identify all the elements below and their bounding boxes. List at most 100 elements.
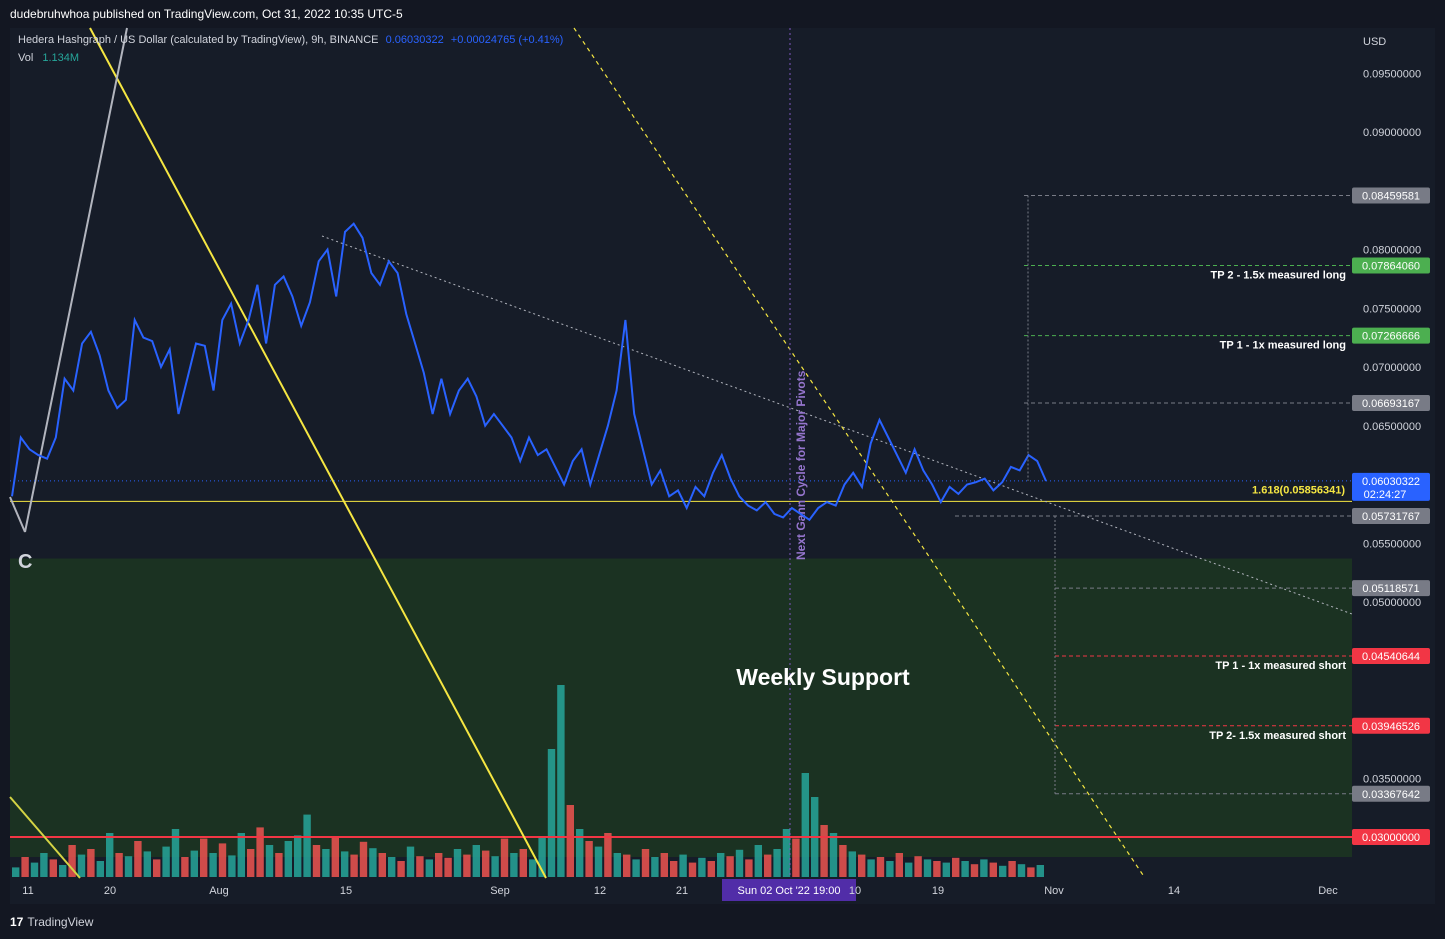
volume-bar [942,862,950,877]
volume-bar [707,861,715,877]
volume-label: Vol [18,52,34,64]
volume-bar [1027,867,1035,877]
price-label-text: 0.07864060 [1362,260,1420,272]
volume-bar [303,814,311,877]
volume-bar [275,853,283,877]
volume-bar [792,838,800,877]
volume-bar [529,859,537,877]
volume-bar [265,845,274,877]
volume-bar [1036,865,1044,877]
volume-bar [40,853,48,877]
price-label-text: 0.08459581 [1362,190,1420,202]
volume-bar [247,849,255,877]
y-tick-label: 0.08000000 [1363,245,1421,257]
trend-line-gray-2 [9,496,26,533]
volume-bar [886,861,894,877]
volume-legend[interactable]: Vol 1.134M [18,52,79,64]
volume-bar [378,853,386,877]
price-label-text: 0.03946526 [1362,721,1420,733]
target-label: TP 2 - 1.5x measured long [1210,269,1346,281]
volume-bar [876,857,885,877]
volume-bar [980,859,988,877]
y-tick-label: 0.06500000 [1363,421,1421,433]
price-change: +0.00024765 (+0.41%) [450,34,564,46]
price-label-text: 0.06030322 [1362,476,1420,488]
volume-bar [115,853,123,877]
volume-bar [905,862,913,877]
volume-bar [397,861,405,877]
volume-bar [989,862,997,877]
volume-bar [294,835,302,877]
x-tick-label: 11 [22,885,33,897]
volume-bar [491,856,499,877]
volume-bar [754,845,762,877]
x-tick-label: 20 [104,885,116,897]
volume-bar [153,859,161,877]
volume-bar [726,856,734,877]
volume-bar [228,855,236,877]
volume-bar [829,833,838,877]
price-label-text: 0.06693167 [1362,398,1420,410]
x-tick-label: 21 [676,885,688,897]
volume-value: 1.134M [42,52,80,64]
volume-bar [350,854,358,877]
volume-bar [96,861,104,877]
target-label: TP 1 - 1x measured short [1215,660,1346,672]
volume-bar [613,853,621,877]
volume-bar [923,859,932,877]
volume-bar [472,845,480,877]
volume-bar [341,851,349,877]
volume-bar [463,854,471,877]
volume-bar [557,685,565,877]
volume-bar [416,856,424,877]
currency-label: USD [1363,36,1386,48]
volume-bar [369,848,377,877]
x-tick-label: Dec [1318,885,1338,897]
volume-bar [632,859,640,877]
volume-bar [970,864,979,877]
price-label-text: 0.05118571 [1362,583,1419,595]
volume-bar [49,859,57,877]
volume-bar [30,862,39,877]
volume-bar [547,749,556,877]
volume-bar [585,841,593,877]
volume-bar [1017,864,1026,877]
volume-bar [679,854,687,877]
volume-bar [12,867,20,877]
volume-bar [764,854,772,877]
volume-bar [143,851,151,877]
volume-bar [660,853,668,877]
volume-bar [895,853,903,877]
last-price: 0.06030322 [385,34,444,46]
volume-bar [284,841,292,877]
price-label-text: 0.07266666 [1362,331,1420,343]
volume-bar [482,850,490,877]
gann-cycle-label: Next Gann Cycle for Major Pivots [794,370,808,560]
x-tick-label: Sep [490,885,510,897]
volume-bar [106,833,114,877]
volume-bar [359,841,368,877]
volume-bar [209,853,217,877]
volume-bar [566,805,574,877]
y-tick-label: 0.03500000 [1363,773,1421,785]
y-tick-label: 0.05000000 [1363,597,1421,609]
fib-label: 1.618(0.05856341) [1252,484,1345,496]
target-label: TP 1 - 1x measured long [1220,340,1346,352]
symbol-legend[interactable]: Hedera Hashgraph / US Dollar (calculated… [18,34,563,46]
volume-bar [87,849,95,877]
volume-bar [604,833,612,877]
volume-bar [519,849,527,877]
tradingview-logo[interactable]: 17 TradingView [10,915,93,929]
volume-bar [773,849,781,877]
volume-bar [218,843,227,877]
volume-bar [623,854,631,877]
volume-bar [867,859,875,877]
volume-bar [914,856,922,877]
volume-bar [425,859,433,877]
volume-bar [961,861,969,877]
x-tick-label: Aug [209,885,229,897]
volume-bar [59,865,67,877]
price-label-text: 0.03000000 [1362,832,1420,844]
price-chart[interactable]: 1.618(0.05856341) Next Gann Cycle for Maj… [0,0,1445,939]
weekly-support-label: Weekly Support [736,664,910,690]
